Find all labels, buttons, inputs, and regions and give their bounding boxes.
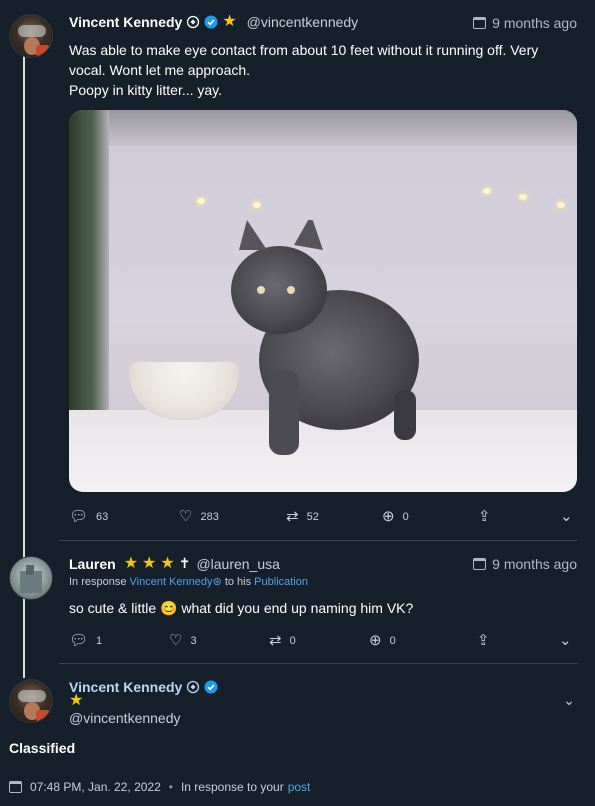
quote-button[interactable]: ⊕ 0 <box>369 633 477 648</box>
star-icon: ★ <box>69 692 84 709</box>
reply-count: 1 <box>96 634 103 647</box>
kitten-image <box>231 220 419 455</box>
like-button[interactable]: ♡ 283 <box>179 509 286 524</box>
in-response-line: In response Vincent Kennedy⊛ to his Publ… <box>69 576 308 588</box>
time-label: 9 months ago <box>492 556 577 572</box>
author-handle[interactable]: @lauren_usa <box>196 556 280 572</box>
avatar-vincent[interactable] <box>9 679 53 723</box>
cross-icon: ✝ <box>178 555 191 571</box>
time-label: 9 months ago <box>492 15 577 31</box>
chevron-down-icon[interactable]: ⌄ <box>559 633 572 648</box>
tweet-time[interactable]: 9 months ago <box>473 15 577 31</box>
reply-header: Lauren ★ ★ ★ ✝ @lauren_usa <box>69 555 280 572</box>
star-icon: ★ <box>222 13 237 30</box>
shield-badge-icon <box>187 15 200 29</box>
reply-icon: 💬︎ <box>69 508 89 525</box>
timestamp[interactable]: 07:48 PM, Jan. 22, 2022 <box>30 780 161 794</box>
retweet-button[interactable]: ⇄ 52 <box>286 509 382 524</box>
main-footer: 07:48 PM, Jan. 22, 2022 • In response to… <box>9 780 310 794</box>
quote-count: 0 <box>389 634 396 647</box>
share-icon: ⇪ <box>478 508 491 525</box>
reply-text: so cute & little 😊 what did you end up n… <box>69 600 414 616</box>
share-button[interactable]: ⇪ <box>478 509 560 524</box>
like-count: 3 <box>190 634 197 647</box>
in-response-text: In response to your <box>180 780 284 794</box>
reply-count: 63 <box>96 510 109 523</box>
retweet-count: 0 <box>289 634 296 647</box>
star-icon: ★ <box>123 554 139 572</box>
reply-time[interactable]: 9 months ago <box>473 556 577 572</box>
verified-icon <box>204 680 218 694</box>
chevron-down-icon[interactable]: ⌄ <box>560 509 573 524</box>
tweet-actions: 💬︎ 63 ♡ 283 ⇄ 52 ⊕ 0 ⇪ ⌄ <box>69 509 577 524</box>
tweet-text: Was able to make eye contact from about … <box>69 42 539 98</box>
quote-button[interactable]: ⊕ 0 <box>382 509 478 524</box>
calendar-icon <box>473 558 487 570</box>
target-icon: ⊕ <box>369 632 382 649</box>
star-icon: ★ <box>160 554 175 572</box>
calendar-icon <box>473 17 487 29</box>
author-name[interactable]: Lauren <box>69 556 116 572</box>
retweet-icon: ⇄ <box>269 632 282 649</box>
like-count: 283 <box>200 510 219 523</box>
in-response-author-link[interactable]: Vincent Kennedy <box>130 576 213 588</box>
divider <box>59 540 577 541</box>
main-header: Vincent Kennedy <box>69 679 218 695</box>
retweet-button[interactable]: ⇄ 0 <box>269 633 369 648</box>
tweet-photo[interactable] <box>69 110 577 492</box>
reply-button[interactable]: 💬︎ 1 <box>69 633 169 648</box>
avatar-lauren[interactable] <box>9 556 53 600</box>
shield-badge-icon: ⊛ <box>212 576 222 588</box>
target-icon: ⊕ <box>382 508 395 525</box>
author-handle[interactable]: @vincentkennedy <box>247 14 359 30</box>
reply-icon: 💬︎ <box>69 632 89 649</box>
author-handle[interactable]: @vincentkennedy <box>69 710 181 726</box>
author-name[interactable]: Vincent Kennedy <box>69 14 182 30</box>
star-icon: ★ <box>142 554 157 572</box>
separator-dot: • <box>168 780 173 794</box>
like-button[interactable]: ♡ 3 <box>169 633 269 648</box>
heart-icon: ♡ <box>169 632 183 649</box>
main-text: Classified <box>9 740 76 756</box>
heart-icon: ♡ <box>179 508 193 525</box>
shield-badge-icon <box>187 680 200 694</box>
avatar-vincent[interactable] <box>9 14 53 58</box>
chevron-down-icon[interactable]: ⌄ <box>563 692 575 709</box>
calendar-icon <box>9 781 22 793</box>
retweet-count: 52 <box>306 510 319 523</box>
retweet-icon: ⇄ <box>286 508 299 525</box>
quote-count: 0 <box>402 510 409 523</box>
tweet-header: Vincent Kennedy ★ @vincentkennedy <box>69 13 359 31</box>
share-button[interactable]: ⇪ <box>477 633 559 648</box>
share-icon: ⇪ <box>477 632 490 649</box>
post-link[interactable]: post <box>288 780 311 794</box>
publication-link[interactable]: Publication <box>254 576 308 588</box>
reply-button[interactable]: 💬︎ 63 <box>69 509 179 524</box>
reply-actions: 💬︎ 1 ♡ 3 ⇄ 0 ⊕ 0 ⇪ ⌄ <box>69 633 577 648</box>
author-name[interactable]: Vincent Kennedy <box>69 679 182 695</box>
divider <box>59 663 577 664</box>
verified-icon <box>204 15 218 29</box>
